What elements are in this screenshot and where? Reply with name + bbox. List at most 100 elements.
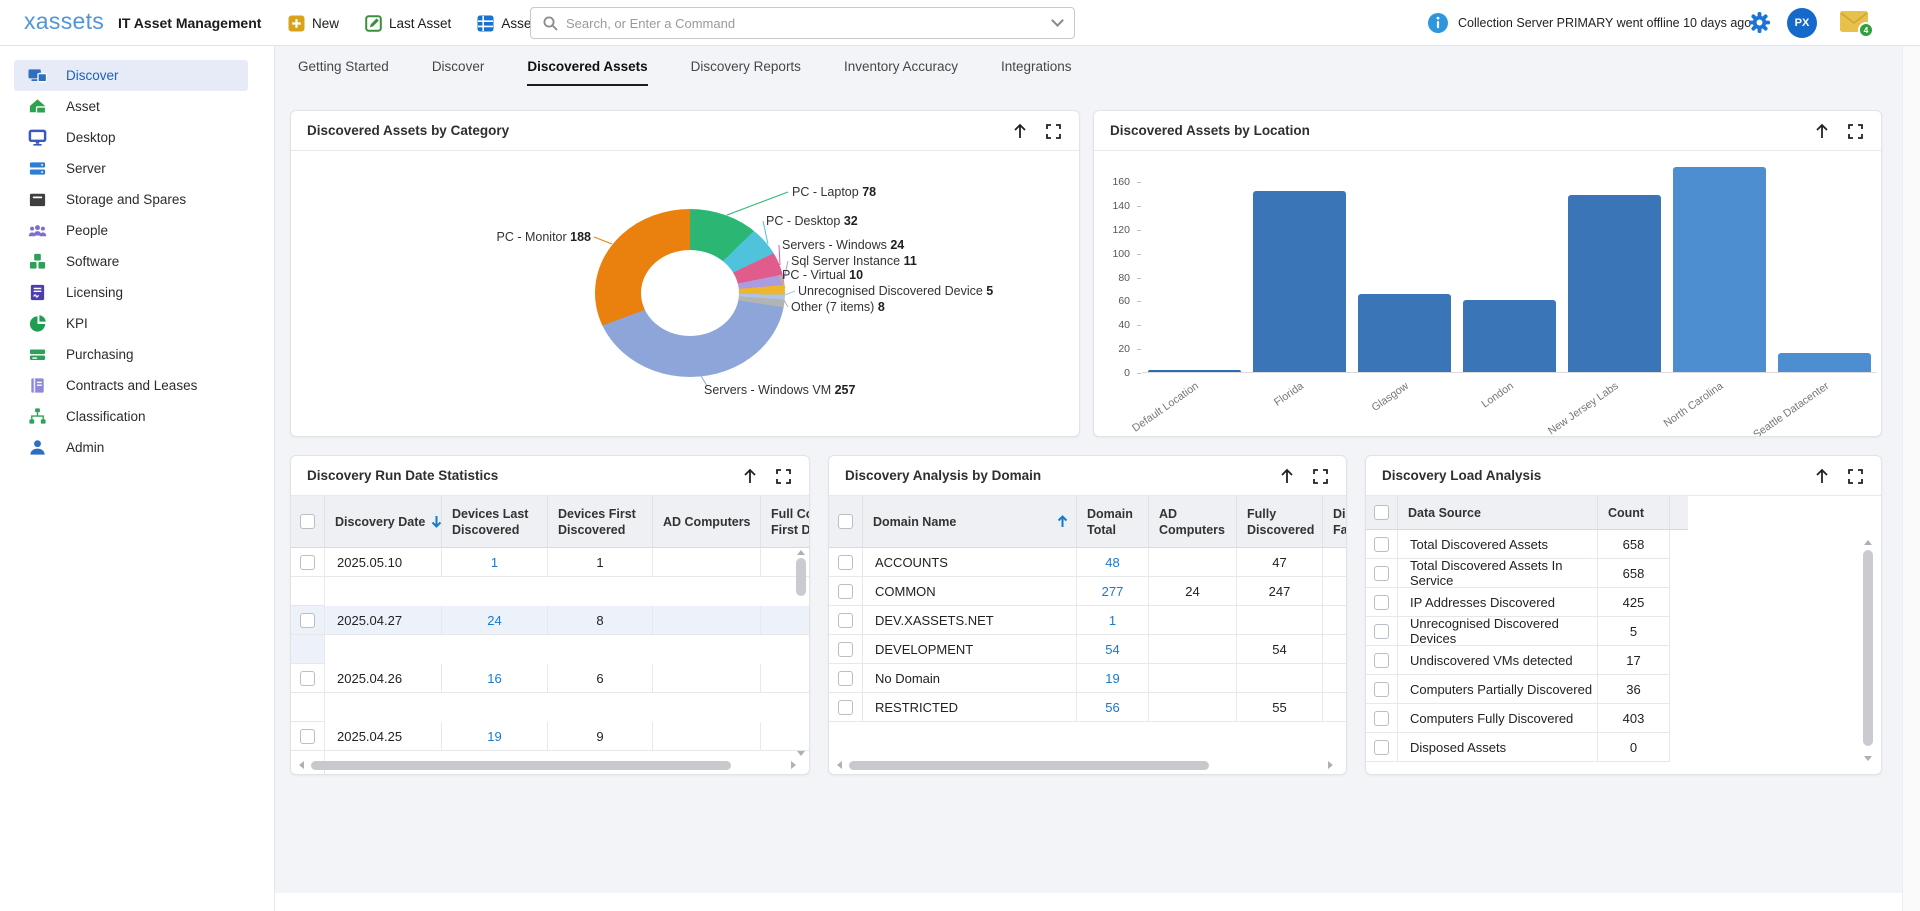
horizontal-scrollbar-thumb[interactable]	[311, 761, 731, 770]
sidebar-item-desktop[interactable]: Desktop	[14, 122, 248, 153]
sort-ascending-icon[interactable]	[1057, 515, 1068, 528]
sidebar-item-storage-and-spares[interactable]: Storage and Spares	[14, 184, 248, 215]
row-checkbox[interactable]	[838, 555, 853, 570]
row-checkbox[interactable]	[300, 555, 315, 570]
table-row[interactable]: IP Addresses Discovered425	[1366, 588, 1881, 617]
row-checkbox[interactable]	[1374, 624, 1389, 639]
sidebar-item-server[interactable]: Server	[14, 153, 248, 184]
column-header-devices-first[interactable]: Devices FirstDiscovered	[548, 496, 653, 548]
tab-integrations[interactable]: Integrations	[1001, 59, 1072, 86]
mail-icon[interactable]: 4	[1840, 11, 1868, 32]
scroll-up-arrow[interactable]	[797, 550, 805, 555]
app-logo[interactable]: xassets	[24, 8, 104, 35]
row-checkbox[interactable]	[1374, 595, 1389, 610]
page-scrollbar[interactable]	[1902, 46, 1920, 911]
column-header-discovery-date[interactable]: Discovery Date	[325, 496, 442, 548]
row-checkbox[interactable]	[1374, 653, 1389, 668]
export-up-icon[interactable]	[743, 468, 757, 484]
user-avatar[interactable]: PX	[1787, 8, 1817, 38]
new-button[interactable]: New	[288, 15, 339, 32]
sidebar-item-admin[interactable]: Admin	[14, 432, 248, 463]
cell-domain-total[interactable]: 277	[1077, 577, 1149, 606]
bar-new-jersey-labs[interactable]	[1568, 195, 1661, 372]
settings-gear-icon[interactable]	[1748, 11, 1771, 34]
column-header-ad-computers[interactable]: AD Computers	[653, 496, 761, 548]
column-header-dis[interactable]: DisFail	[1323, 496, 1346, 548]
scroll-down-arrow[interactable]	[1864, 756, 1872, 761]
bar-north-carolina[interactable]	[1673, 167, 1766, 372]
tab-inventory-accuracy[interactable]: Inventory Accuracy	[844, 59, 958, 86]
bar-glasgow[interactable]	[1358, 294, 1451, 372]
cell-domain-total[interactable]: 19	[1077, 664, 1149, 693]
row-checkbox[interactable]	[1374, 537, 1389, 552]
column-header-full-comp[interactable]: Full CompFirst Disc	[761, 496, 809, 548]
row-checkbox[interactable]	[300, 671, 315, 686]
sidebar-item-licensing[interactable]: Licensing	[14, 277, 248, 308]
column-header-ad[interactable]: ADComputers	[1149, 496, 1237, 548]
row-checkbox[interactable]	[838, 642, 853, 657]
row-checkbox[interactable]	[1374, 682, 1389, 697]
table-row[interactable]: COMMON27724247	[829, 577, 1346, 606]
info-icon[interactable]	[1428, 13, 1448, 33]
cell-devices-last-discovered[interactable]: 16	[442, 664, 548, 693]
table-row[interactable]: Total Discovered Assets658	[1366, 530, 1881, 559]
table-row[interactable]: No Domain19	[829, 664, 1346, 693]
cell-domain-total[interactable]: 56	[1077, 693, 1149, 722]
export-up-icon[interactable]	[1280, 468, 1294, 484]
table-row[interactable]: Disposed Assets0	[1366, 733, 1881, 762]
sidebar-item-discover[interactable]: Discover	[14, 60, 248, 91]
cell-domain-total[interactable]: 48	[1077, 548, 1149, 577]
cell-domain-total[interactable]: 54	[1077, 635, 1149, 664]
fullscreen-icon[interactable]	[1046, 124, 1061, 139]
vertical-scrollbar-thumb[interactable]	[796, 558, 806, 596]
fullscreen-icon[interactable]	[1848, 469, 1863, 484]
table-row[interactable]: 2025.05.1011	[291, 548, 809, 606]
table-row[interactable]: Total Discovered Assets In Service658	[1366, 559, 1881, 588]
table-row[interactable]: 2025.04.26166	[291, 664, 809, 722]
scroll-up-arrow[interactable]	[1864, 540, 1872, 545]
sidebar-item-people[interactable]: People	[14, 215, 248, 246]
row-checkbox[interactable]	[838, 671, 853, 686]
column-header-data-source[interactable]: Data Source	[1398, 496, 1598, 530]
vertical-scrollbar-thumb[interactable]	[1863, 550, 1873, 746]
table-row[interactable]: ACCOUNTS4847	[829, 548, 1346, 577]
row-checkbox[interactable]	[1374, 711, 1389, 726]
table-row[interactable]: DEV.XASSETS.NET1	[829, 606, 1346, 635]
sidebar-item-kpi[interactable]: KPI	[14, 308, 248, 339]
table-row[interactable]: Computers Partially Discovered36	[1366, 675, 1881, 704]
sidebar-item-software[interactable]: Software	[14, 246, 248, 277]
fullscreen-icon[interactable]	[776, 469, 791, 484]
cell-devices-last-discovered[interactable]: 19	[442, 722, 548, 751]
command-search[interactable]	[530, 7, 1075, 39]
bar-florida[interactable]	[1253, 191, 1346, 372]
sort-descending-icon[interactable]	[431, 515, 442, 528]
column-header-count[interactable]: Count	[1598, 496, 1670, 530]
table-row[interactable]: Undiscovered VMs detected17	[1366, 646, 1881, 675]
sidebar-item-classification[interactable]: Classification	[14, 401, 248, 432]
sidebar-item-asset[interactable]: Asset	[14, 91, 248, 122]
export-up-icon[interactable]	[1013, 123, 1027, 139]
row-checkbox[interactable]	[300, 613, 315, 628]
tab-discovery-reports[interactable]: Discovery Reports	[691, 59, 801, 86]
row-checkbox[interactable]	[838, 584, 853, 599]
cell-devices-last-discovered[interactable]: 24	[442, 606, 548, 635]
fullscreen-icon[interactable]	[1848, 124, 1863, 139]
last-asset-button[interactable]: Last Asset	[365, 15, 451, 32]
scroll-right-arrow[interactable]	[791, 761, 796, 769]
sidebar-item-purchasing[interactable]: Purchasing	[14, 339, 248, 370]
horizontal-scrollbar-thumb[interactable]	[849, 761, 1209, 770]
export-up-icon[interactable]	[1815, 123, 1829, 139]
column-header-devices-last[interactable]: Devices LastDiscovered	[442, 496, 548, 548]
category-donut-chart[interactable]	[595, 209, 785, 377]
select-all-checkbox[interactable]	[1374, 505, 1389, 520]
table-row[interactable]: Computers Fully Discovered403	[1366, 704, 1881, 733]
scroll-right-arrow[interactable]	[1328, 761, 1333, 769]
scroll-left-arrow[interactable]	[837, 761, 842, 769]
select-all-checkbox[interactable]	[838, 514, 853, 529]
scroll-down-arrow[interactable]	[797, 751, 805, 756]
row-checkbox[interactable]	[1374, 740, 1389, 755]
cell-devices-last-discovered[interactable]: 1	[442, 548, 548, 577]
column-header-fully[interactable]: FullyDiscovered	[1237, 496, 1323, 548]
table-row[interactable]: 2025.04.27248	[291, 606, 809, 664]
tab-getting-started[interactable]: Getting Started	[298, 59, 389, 86]
